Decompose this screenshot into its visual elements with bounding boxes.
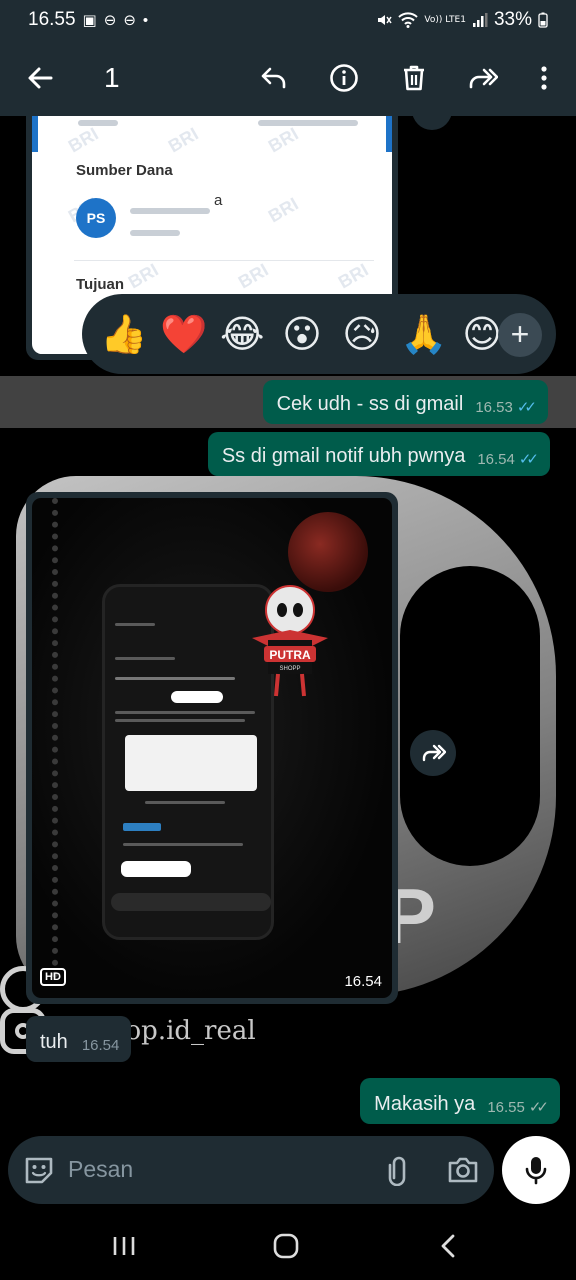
watermark: BRI	[164, 123, 202, 157]
reaction-laugh[interactable]: 😂	[220, 312, 264, 356]
wifi-icon	[398, 12, 419, 28]
message-bubble-outgoing[interactable]: Makasih ya 16.55 ✓✓	[360, 1078, 560, 1124]
forward-button[interactable]	[410, 730, 456, 776]
dot-icon: •	[142, 11, 149, 29]
read-ticks-icon: ✓✓	[516, 399, 537, 416]
recent-apps-icon[interactable]	[104, 1228, 144, 1264]
source-fund-label: Sumber Dana	[76, 162, 173, 179]
attach-icon[interactable]	[382, 1154, 414, 1186]
message-bubble-incoming[interactable]: tuh 16.54	[26, 1016, 132, 1062]
wallpaper-shape	[400, 566, 540, 866]
read-ticks-icon: ✓✓	[518, 451, 539, 468]
photo-cable	[52, 498, 82, 978]
sticker-text: PUTRA	[269, 648, 311, 662]
more-icon[interactable]	[524, 58, 564, 98]
watermark: BRI	[264, 193, 302, 227]
status-time: 16.55	[28, 9, 76, 30]
reaction-thumbs-up[interactable]: 👍	[100, 312, 147, 356]
reaction-picker: 👍 ❤️ 😂 😮 😥 🙏 😊 +	[82, 294, 556, 374]
message-bubble-outgoing[interactable]: Ss di gmail notif ubh pwnya 16.54 ✓✓	[207, 432, 550, 476]
more-reactions-button[interactable]: +	[498, 313, 542, 357]
watermark: BRI	[264, 123, 302, 157]
camera-icon[interactable]	[446, 1154, 480, 1186]
microphone-icon	[525, 1157, 547, 1185]
message-text: Cek udh - ss di gmail	[276, 393, 464, 415]
sticker-subtext: SHOPP	[279, 666, 300, 672]
message-input[interactable]	[68, 1156, 368, 1183]
message-meta: 16.55 ✓✓	[487, 1098, 549, 1117]
watermark: BRI	[124, 259, 162, 293]
redacted-text	[130, 230, 180, 236]
message-time: 16.54	[344, 973, 382, 990]
record-icon: ⊖	[103, 12, 117, 29]
message-meta: 16.54 ✓✓	[477, 450, 539, 469]
signal-icon	[472, 13, 488, 27]
battery-percent: 33%	[493, 9, 532, 30]
system-nav-bar	[0, 1212, 576, 1280]
record-icon: ⊖	[123, 12, 136, 29]
network-type: Vo)) LTE1	[424, 14, 466, 25]
shop-sticker: PUTRA SHOPP	[252, 585, 328, 697]
message-time: 16.55	[487, 1098, 525, 1116]
photo-message[interactable]: PUTRA SHOPP HD 16.54	[26, 492, 398, 1004]
chat-area[interactable]: PP p...shop.id_real BRI BRI BRI BRI BRI …	[0, 116, 576, 1136]
redacted-text	[258, 120, 358, 126]
selection-action-bar: 1	[0, 40, 576, 116]
message-time: 16.54	[81, 1037, 120, 1054]
mute-icon	[378, 15, 393, 25]
message-time: 16.53	[475, 398, 513, 416]
status-bar: 16.55 ▣ ⊖ ⊖ • Vo)) LTE1 33%	[0, 0, 576, 40]
back-arrow-icon[interactable]	[20, 58, 60, 98]
back-icon[interactable]	[428, 1228, 468, 1264]
home-icon[interactable]	[266, 1228, 306, 1264]
message-text: Makasih ya	[374, 1093, 476, 1115]
forward-icon[interactable]	[462, 58, 502, 98]
reaction-sad[interactable]: 😥	[340, 312, 384, 356]
account-name: a	[214, 192, 223, 209]
reaction-surprised[interactable]: 😮	[280, 312, 324, 356]
selected-count: 1	[104, 62, 120, 93]
forward-icon	[422, 744, 446, 762]
compose-bar	[8, 1136, 494, 1204]
message-text: tuh	[40, 1031, 68, 1053]
redacted-text	[130, 208, 210, 214]
info-icon[interactable]	[324, 58, 364, 98]
message-meta: 16.53 ✓✓	[475, 398, 537, 417]
photo-image: PUTRA SHOPP HD 16.54	[32, 498, 392, 998]
reaction-pray[interactable]: 🙏	[400, 312, 447, 356]
hd-badge: HD	[40, 968, 66, 986]
target-label: Tujuan	[76, 276, 125, 293]
watermark: BRI	[334, 259, 372, 293]
delivered-ticks-icon: ✓✓	[528, 1099, 549, 1116]
voice-message-button[interactable]	[502, 1136, 570, 1204]
reaction-heart[interactable]: ❤️	[160, 312, 207, 356]
message-text: Ss di gmail notif ubh pwnya	[221, 445, 466, 467]
divider	[74, 260, 374, 261]
delete-icon[interactable]	[394, 58, 434, 98]
redacted-text	[78, 120, 118, 126]
reply-icon[interactable]	[254, 58, 294, 98]
message-time: 16.54	[477, 450, 515, 468]
gallery-icon: ▣	[82, 12, 97, 29]
forward-button[interactable]	[412, 116, 452, 130]
avatar: PS	[76, 198, 116, 238]
watermark: BRI	[234, 259, 272, 293]
message-bubble-outgoing[interactable]: Cek udh - ss di gmail 16.53 ✓✓	[262, 380, 548, 424]
watermark: BRI	[64, 123, 102, 157]
emoji-sticker-icon[interactable]	[22, 1153, 56, 1187]
battery-icon	[538, 12, 548, 28]
